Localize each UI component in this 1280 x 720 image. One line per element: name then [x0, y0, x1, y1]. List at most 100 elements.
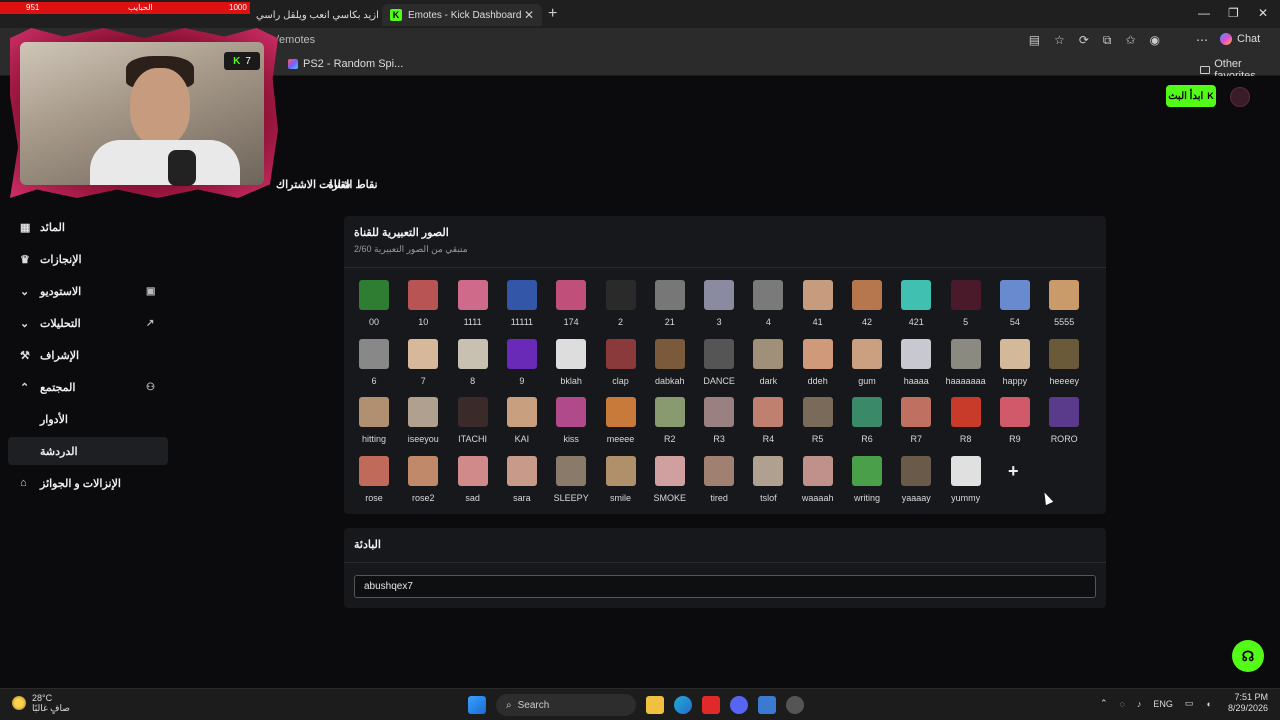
emote-item[interactable]: yummy [941, 456, 991, 506]
weather-widget[interactable]: 28°C صافٍ غالبًا [12, 693, 70, 713]
volume-icon[interactable]: ◖ [1205, 699, 1210, 709]
emote-item[interactable]: dabkah [645, 338, 695, 389]
emote-item[interactable]: 42 [842, 280, 892, 330]
emote-item[interactable]: 4 [743, 280, 793, 330]
emote-item[interactable]: happy [990, 338, 1040, 389]
vpn-shield-icon[interactable] [758, 696, 776, 714]
sidebar-item-chat[interactable]: الدردشة [8, 437, 168, 465]
emote-item[interactable]: R6 [842, 397, 892, 447]
emote-item[interactable]: meeee [596, 397, 646, 447]
emote-item[interactable]: R9 [990, 397, 1040, 447]
bookmark-item[interactable]: PS2 - Random Spi... [288, 58, 403, 70]
sidebar-item-studio[interactable]: ⌄ الاستوديو ▣ [8, 277, 168, 305]
tab-emotes[interactable]: K Emotes - Kick Dashboard ✕ [382, 4, 542, 26]
emote-item[interactable]: DANCE [694, 338, 744, 389]
network-icon[interactable]: ▭ [1185, 698, 1194, 709]
emote-item[interactable]: 174 [546, 280, 596, 330]
language-indicator[interactable]: ENG [1153, 699, 1173, 709]
window-close-icon[interactable]: ✕ [1258, 6, 1268, 20]
windows-start-icon[interactable] [468, 696, 486, 714]
emote-item[interactable]: 00 [349, 280, 399, 330]
clock[interactable]: 7:51 PM 8/29/2026 [1228, 692, 1268, 714]
emote-item[interactable]: writing [842, 456, 892, 506]
emote-item[interactable]: haaaaaaa [941, 338, 991, 389]
emote-item[interactable]: 2 [596, 280, 646, 330]
add-emote-button[interactable]: + [1008, 461, 1019, 482]
emote-item[interactable]: gum [842, 338, 892, 389]
sidebar-item-roles[interactable]: الأدوار [8, 405, 168, 433]
start-stream-button[interactable]: ابدأ البث K [1166, 85, 1216, 107]
favorite-star-icon[interactable]: ☆ [1054, 33, 1065, 48]
copilot-chat-button[interactable]: Chat [1220, 33, 1260, 45]
sidebar-item-moderation[interactable]: ⚒ الإشراف [8, 341, 168, 369]
emote-item[interactable]: 11111 [497, 280, 547, 330]
url-text[interactable]: /emotes [276, 34, 315, 46]
sidebar-item-drops[interactable]: ⌂ الإنزالات و الجوائز [8, 469, 168, 497]
minimize-icon[interactable]: — [1198, 6, 1210, 20]
emote-item[interactable]: 421 [891, 280, 941, 330]
emote-item[interactable]: 21 [645, 280, 695, 330]
discord-icon[interactable] [730, 696, 748, 714]
microphone-tray-icon[interactable]: ♪ [1137, 699, 1142, 709]
emote-item[interactable]: hitting [349, 397, 399, 447]
emote-item[interactable]: R3 [694, 397, 744, 447]
support-chat-button[interactable]: ☊ [1232, 640, 1264, 672]
file-explorer-icon[interactable] [646, 696, 664, 714]
emote-item[interactable]: rose [349, 456, 399, 506]
reading-view-icon[interactable]: ▤ [1029, 33, 1040, 48]
emote-item[interactable]: tired [694, 456, 744, 506]
emote-item[interactable]: haaaa [891, 338, 941, 389]
youtube-icon[interactable] [702, 696, 720, 714]
emote-item[interactable]: R5 [793, 397, 843, 447]
emote-item[interactable]: waaaah [793, 456, 843, 506]
emote-item[interactable]: 8 [448, 338, 498, 389]
avatar[interactable] [1230, 87, 1250, 107]
emote-item[interactable]: R4 [743, 397, 793, 447]
emote-item[interactable]: 3 [694, 280, 744, 330]
close-icon[interactable]: ✕ [524, 8, 534, 22]
emote-item[interactable]: iseeyou [398, 397, 448, 447]
emote-item[interactable]: dark [743, 338, 793, 389]
restore-icon[interactable]: ❐ [1228, 6, 1239, 20]
profile-icon[interactable]: ◉ [1150, 33, 1160, 48]
emote-item[interactable]: 7 [398, 338, 448, 389]
emote-item[interactable]: sara [497, 456, 547, 506]
emote-item[interactable]: rose2 [398, 456, 448, 506]
emote-item[interactable]: KAI [497, 397, 547, 447]
tray-app-icon[interactable]: ◌ [1120, 699, 1125, 709]
emote-item[interactable]: 10 [398, 280, 448, 330]
emote-item[interactable]: yaaaay [891, 456, 941, 506]
prefix-input[interactable]: abushqex7 [354, 575, 1096, 598]
emote-item[interactable]: ITACHI [448, 397, 498, 447]
emote-item[interactable]: smile [596, 456, 646, 506]
emote-item[interactable]: 1111 [448, 280, 498, 330]
extensions-icon[interactable]: ⧉ [1103, 33, 1112, 48]
taskbar-search[interactable]: ⌕ Search [496, 694, 636, 716]
edge-icon[interactable] [674, 696, 692, 714]
emote-item[interactable]: 6 [349, 338, 399, 389]
emote-item[interactable]: R7 [891, 397, 941, 447]
emote-item[interactable]: 41 [793, 280, 843, 330]
sidebar-item-community[interactable]: ⌃ المجتمع ⚇ [8, 373, 168, 401]
emote-item[interactable]: tslof [743, 456, 793, 506]
sidebar-item-revenue[interactable]: ▦ المائد [8, 213, 168, 241]
tab-sub-badges[interactable]: شارات الاشتراك [276, 178, 350, 191]
emote-item[interactable]: R2 [645, 397, 695, 447]
new-tab-icon[interactable]: + [548, 5, 557, 23]
favorites-icon[interactable]: ✩ [1125, 33, 1135, 48]
more-menu-icon[interactable]: ⋯ [1196, 33, 1208, 47]
emote-item[interactable]: kiss [546, 397, 596, 447]
emote-item[interactable]: clap [596, 338, 646, 389]
sidebar-item-analytics[interactable]: ⌄ التحليلات ↗ [8, 309, 168, 337]
emote-item[interactable]: 5555 [1039, 280, 1089, 330]
emote-item[interactable]: SMOKE [645, 456, 695, 506]
sidebar-item-achievements[interactable]: ♛ الإنجازات [8, 245, 168, 273]
emote-item[interactable]: 5 [941, 280, 991, 330]
emote-item[interactable]: R8 [941, 397, 991, 447]
emote-item[interactable]: 9 [497, 338, 547, 389]
emote-item[interactable]: heeeey [1039, 338, 1089, 389]
emote-item[interactable]: RORO [1039, 397, 1089, 447]
emote-item[interactable]: sad [448, 456, 498, 506]
emote-item[interactable]: SLEEPY [546, 456, 596, 506]
emote-item[interactable]: ddeh [793, 338, 843, 389]
